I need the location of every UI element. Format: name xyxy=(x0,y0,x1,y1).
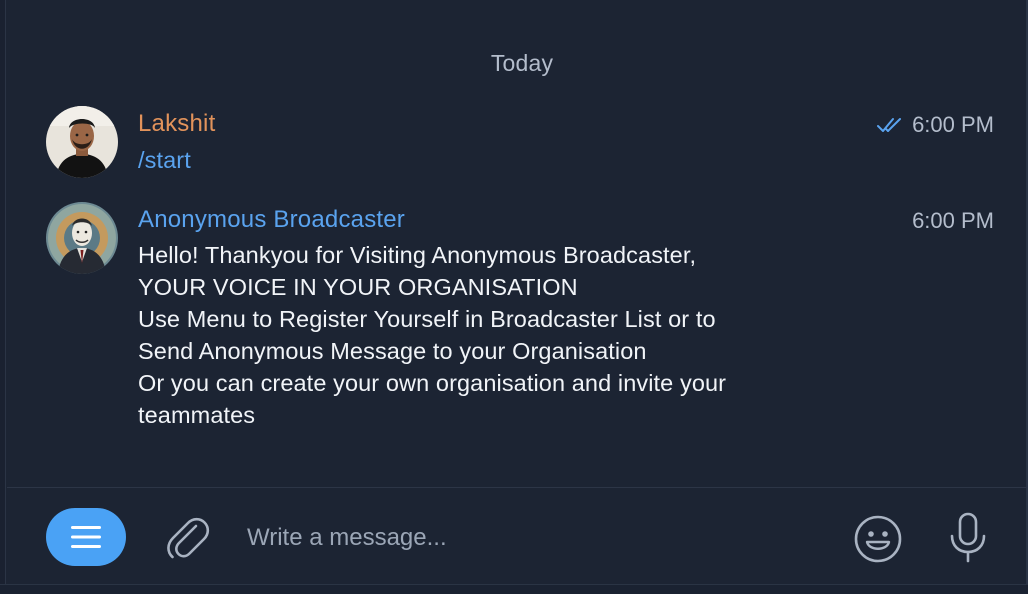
message-text[interactable]: /start xyxy=(138,144,191,176)
avatar-anonymous-broadcaster[interactable] xyxy=(46,202,118,274)
avatar-lakshit[interactable] xyxy=(46,106,118,178)
message-line: Hello! Thankyou for Visiting Anonymous B… xyxy=(138,242,697,268)
message-composer xyxy=(7,487,1026,594)
microphone-icon xyxy=(950,512,986,563)
message-input[interactable] xyxy=(247,518,807,558)
sender-name[interactable]: Lakshit xyxy=(138,110,215,138)
person-avatar-icon xyxy=(46,106,118,178)
message-text[interactable]: Hello! Thankyou for Visiting Anonymous B… xyxy=(138,239,838,431)
sender-name[interactable]: Anonymous Broadcaster xyxy=(138,206,405,234)
sidebar-edge xyxy=(0,0,6,594)
chat-window: Today Lakshit 6:00 PM /start Anonymous B… xyxy=(0,0,1028,594)
message-list[interactable]: Today Lakshit 6:00 PM /start Anonymous B… xyxy=(7,0,1026,486)
message-time: 6:00 PM xyxy=(912,208,994,234)
bot-menu-button[interactable] xyxy=(46,508,126,566)
time-label: 6:00 PM xyxy=(912,208,994,233)
window-bottom-edge xyxy=(0,584,1028,594)
masked-figure-avatar-icon xyxy=(46,202,118,274)
attach-button[interactable] xyxy=(163,512,211,562)
emoji-button[interactable] xyxy=(852,513,904,565)
date-separator: Today xyxy=(490,50,554,76)
message-time: 6:00 PM xyxy=(876,112,994,138)
message-line: teammates xyxy=(138,402,256,428)
voice-record-button[interactable] xyxy=(945,510,991,566)
smiley-icon xyxy=(854,515,902,563)
hamburger-menu-icon xyxy=(71,526,101,548)
message-line: Or you can create your own organisation … xyxy=(138,370,727,396)
message-line: YOUR VOICE IN YOUR ORGANISATION xyxy=(138,274,578,300)
paperclip-icon xyxy=(167,517,210,559)
time-label: 6:00 PM xyxy=(912,112,994,137)
double-check-icon xyxy=(877,118,902,132)
message-line: Use Menu to Register Yourself in Broadca… xyxy=(138,306,716,332)
message-line: Send Anonymous Message to your Organisat… xyxy=(138,338,647,364)
